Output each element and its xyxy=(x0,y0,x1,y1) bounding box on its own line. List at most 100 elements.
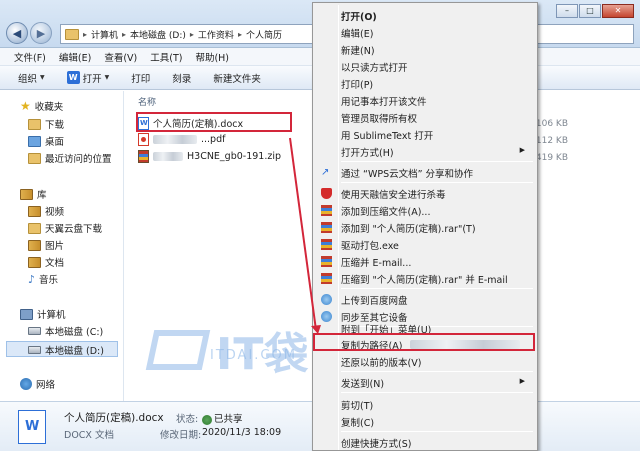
menu-sublime[interactable]: 用 SublimeText 打开 xyxy=(315,126,535,143)
watermark-url: ITDAI.COM xyxy=(210,348,297,363)
nav-pictures[interactable]: 图片 xyxy=(28,238,64,252)
menu-edit-item[interactable]: 编辑(E) xyxy=(315,24,535,41)
file-row-pdf[interactable]: ...pdf xyxy=(138,133,225,146)
breadcrumb-separator: ▸ xyxy=(83,29,88,39)
nav-tianyi[interactable]: 天翼云盘下载 xyxy=(28,221,102,235)
details-filetype: DOCX 文档 xyxy=(64,430,114,441)
winrar-archive-icon xyxy=(138,150,149,163)
address-bar[interactable]: ▸ 计算机 ▸ 本地磁盘 (D:) ▸ 工作资料 ▸ 个人简历 xyxy=(60,24,320,44)
menu-new[interactable]: 新建(N) xyxy=(315,41,535,58)
music-note-icon: ♪ xyxy=(28,272,36,286)
menu-separator xyxy=(341,431,533,432)
nav-label: 库 xyxy=(37,190,47,201)
breadcrumb-separator: ▸ xyxy=(122,29,127,39)
nav-label: 收藏夹 xyxy=(34,102,64,113)
nav-desktop[interactable]: 桌面 xyxy=(28,134,64,148)
folder-icon xyxy=(28,222,41,234)
details-modified-label: 修改日期: xyxy=(160,430,202,441)
menu-print[interactable]: 打印(P) xyxy=(315,75,535,92)
forward-button[interactable]: ▶ xyxy=(30,22,52,44)
desktop-icon xyxy=(28,135,41,147)
details-modified-value: 2020/11/3 18:09 xyxy=(202,427,282,438)
menu-create-shortcut[interactable]: 创建快捷方式(S) xyxy=(315,434,535,451)
print-button[interactable]: 打印 xyxy=(131,71,150,85)
menu-admin-ownership[interactable]: 管理员取得所有权 xyxy=(315,109,535,126)
nav-drive-d[interactable]: 本地磁盘 (D:) xyxy=(28,343,104,357)
column-header-name[interactable]: 名称 xyxy=(138,95,156,108)
nav-drive-c[interactable]: 本地磁盘 (C:) xyxy=(28,324,103,338)
breadcrumb-resume[interactable]: 个人简历 xyxy=(246,28,282,41)
winrar-icon xyxy=(321,239,332,250)
menu-add-archive[interactable]: 添加到压缩文件(A)... xyxy=(315,202,535,219)
menu-separator xyxy=(341,161,533,162)
window-controls: – □ ✕ xyxy=(556,4,634,18)
drive-icon xyxy=(28,327,41,335)
menu-copy[interactable]: 复制(C) xyxy=(315,413,535,430)
nav-label: 天翼云盘下载 xyxy=(45,224,103,235)
folder-icon xyxy=(28,118,41,130)
menu-help[interactable]: 帮助(H) xyxy=(195,50,229,64)
file-name: ...pdf xyxy=(201,134,226,145)
chevron-down-icon: ▼ xyxy=(40,74,45,81)
menu-compress-rar-email[interactable]: 压缩到 "个人简历(定稿).rar" 并 E-mail xyxy=(315,270,535,287)
breadcrumb-computer[interactable]: 计算机 xyxy=(91,28,118,41)
nav-recent[interactable]: 最近访问的位置 xyxy=(28,151,112,165)
breadcrumb-work[interactable]: 工作资料 xyxy=(198,28,234,41)
shield-icon xyxy=(321,188,332,199)
nav-network[interactable]: 网络 xyxy=(20,377,55,391)
menu-add-rar[interactable]: 添加到 "个人简历(定稿).rar"(T) xyxy=(315,219,535,236)
organize-button[interactable]: 组织 ▼ xyxy=(18,71,45,85)
menu-open-readonly[interactable]: 以只读方式打开 xyxy=(315,58,535,75)
close-button[interactable]: ✕ xyxy=(602,4,634,18)
computer-icon xyxy=(20,308,33,320)
breadcrumb-drive-d[interactable]: 本地磁盘 (D:) xyxy=(130,28,186,41)
copy-path-highlight xyxy=(313,333,535,351)
menu-open[interactable]: 打开(O) xyxy=(315,7,535,24)
library-icon xyxy=(20,188,33,200)
breadcrumb-separator: ▸ xyxy=(189,29,194,39)
menu-tools[interactable]: 工具(T) xyxy=(150,50,182,64)
menu-file[interactable]: 文件(F) xyxy=(14,50,46,64)
winrar-icon xyxy=(321,222,332,233)
new-folder-button[interactable]: 新建文件夹 xyxy=(213,71,261,85)
nav-favorites[interactable]: ★ 收藏夹 xyxy=(20,99,63,113)
file-size: 419 KB xyxy=(535,153,568,163)
open-label: 打开 xyxy=(82,73,102,85)
menu-wps-share[interactable]: ↗ 通过 “WPS云文档” 分享和协作 xyxy=(315,164,535,181)
nav-label: 音乐 xyxy=(39,275,59,286)
submenu-arrow-icon: ▶ xyxy=(519,377,525,385)
nav-label: 图片 xyxy=(45,241,65,252)
file-size: 112 KB xyxy=(535,136,568,146)
network-icon xyxy=(20,378,32,390)
file-name: H3CNE_gb0-191.zip xyxy=(187,151,282,162)
drive-icon xyxy=(28,346,41,354)
menu-compress-email[interactable]: 压缩并 E-mail... xyxy=(315,253,535,270)
menu-send-to[interactable]: 发送到(N) ▶ xyxy=(315,374,535,391)
menu-driver-pack[interactable]: 驱动打包.exe xyxy=(315,236,535,253)
menu-cut[interactable]: 剪切(T) xyxy=(315,396,535,413)
pdf-icon xyxy=(138,133,149,146)
nav-library[interactable]: 库 xyxy=(20,187,47,201)
menu-restore-versions[interactable]: 还原以前的版本(V) xyxy=(315,353,535,370)
back-button[interactable]: ◀ xyxy=(6,22,28,44)
minimize-button[interactable]: – xyxy=(556,4,578,18)
nav-videos[interactable]: 视频 xyxy=(28,204,64,218)
nav-documents[interactable]: 文档 xyxy=(28,255,64,269)
menu-notepad[interactable]: 用记事本打开该文件 xyxy=(315,92,535,109)
menu-antivirus[interactable]: 使用天融信安全进行杀毒 xyxy=(315,185,535,202)
organize-label: 组织 xyxy=(18,73,38,85)
file-row-zip[interactable]: H3CNE_gb0-191.zip xyxy=(138,150,281,163)
nav-label: 网络 xyxy=(36,380,56,391)
nav-computer[interactable]: 计算机 xyxy=(20,307,66,321)
menu-edit[interactable]: 编辑(E) xyxy=(59,50,91,64)
open-button[interactable]: W 打开 ▼ xyxy=(66,71,109,85)
nav-label: 本地磁盘 (D:) xyxy=(45,346,104,357)
video-library-icon xyxy=(28,205,41,217)
maximize-button[interactable]: □ xyxy=(579,4,601,18)
nav-music[interactable]: ♪ 音乐 xyxy=(28,272,59,287)
nav-downloads[interactable]: 下载 xyxy=(28,117,64,131)
menu-open-with[interactable]: 打开方式(H) ▶ xyxy=(315,143,535,160)
burn-button[interactable]: 刻录 xyxy=(172,71,191,85)
menu-view[interactable]: 查看(V) xyxy=(104,50,137,64)
menu-baidu-upload[interactable]: 上传到百度网盘 xyxy=(315,291,535,308)
